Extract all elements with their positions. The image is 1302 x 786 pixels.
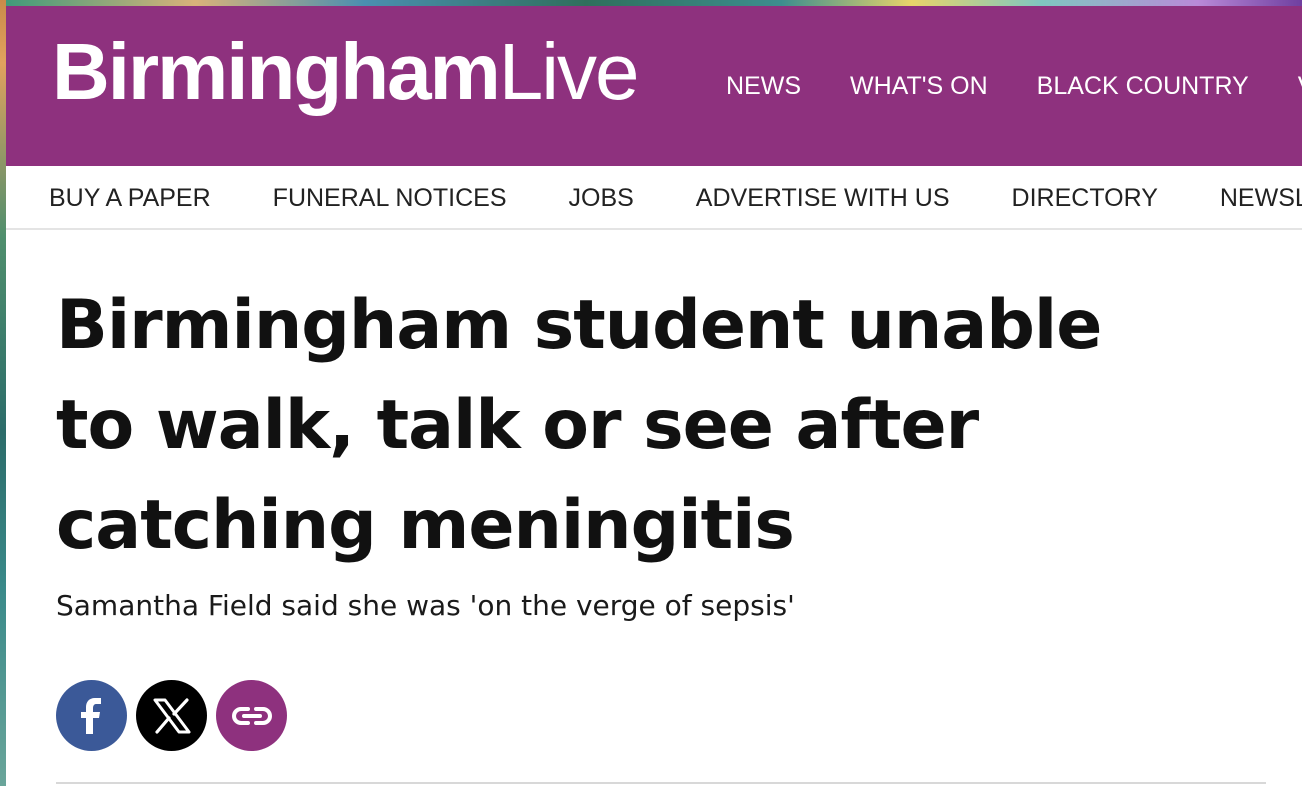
link-icon [231, 706, 272, 725]
subnav-item-newsletters[interactable]: NEWSLE [1220, 184, 1302, 213]
article-headline: Birmingham student unable to walk, talk … [56, 286, 1102, 565]
logo-light-text: Live [498, 27, 640, 116]
page: BirminghamLive NEWS WHAT'S ON BLACK COUN… [0, 0, 1302, 786]
nav-item-whats-on[interactable]: WHAT'S ON [850, 72, 988, 101]
masthead: BirminghamLive NEWS WHAT'S ON BLACK COUN… [6, 6, 1302, 166]
facebook-icon [80, 697, 101, 734]
nav-item-black-country[interactable]: BLACK COUNTRY [1037, 72, 1249, 101]
subnav-item-funeral-notices[interactable]: FUNERAL NOTICES [273, 184, 507, 213]
share-facebook-button[interactable] [56, 680, 127, 751]
logo-bold-text: Birmingham [52, 27, 501, 116]
article-standfirst: Samantha Field said she was 'on the verg… [56, 589, 795, 622]
share-bar [56, 680, 287, 751]
x-icon [153, 697, 190, 734]
subnav-item-advertise[interactable]: ADVERTISE WITH US [696, 184, 950, 213]
nav-item-truncated[interactable]: V [1298, 72, 1302, 101]
main-nav: NEWS WHAT'S ON BLACK COUNTRY V [726, 72, 1302, 101]
subnav-item-buy-a-paper[interactable]: BUY A PAPER [49, 184, 211, 213]
share-copy-link-button[interactable] [216, 680, 287, 751]
nav-item-news[interactable]: NEWS [726, 72, 801, 101]
site-logo[interactable]: BirminghamLive [52, 32, 639, 112]
content-divider [56, 782, 1266, 784]
subnav-item-jobs[interactable]: JOBS [569, 184, 634, 213]
secondary-nav: BUY A PAPER FUNERAL NOTICES JOBS ADVERTI… [6, 166, 1302, 230]
subnav-item-directory[interactable]: DIRECTORY [1012, 184, 1158, 213]
share-x-button[interactable] [136, 680, 207, 751]
